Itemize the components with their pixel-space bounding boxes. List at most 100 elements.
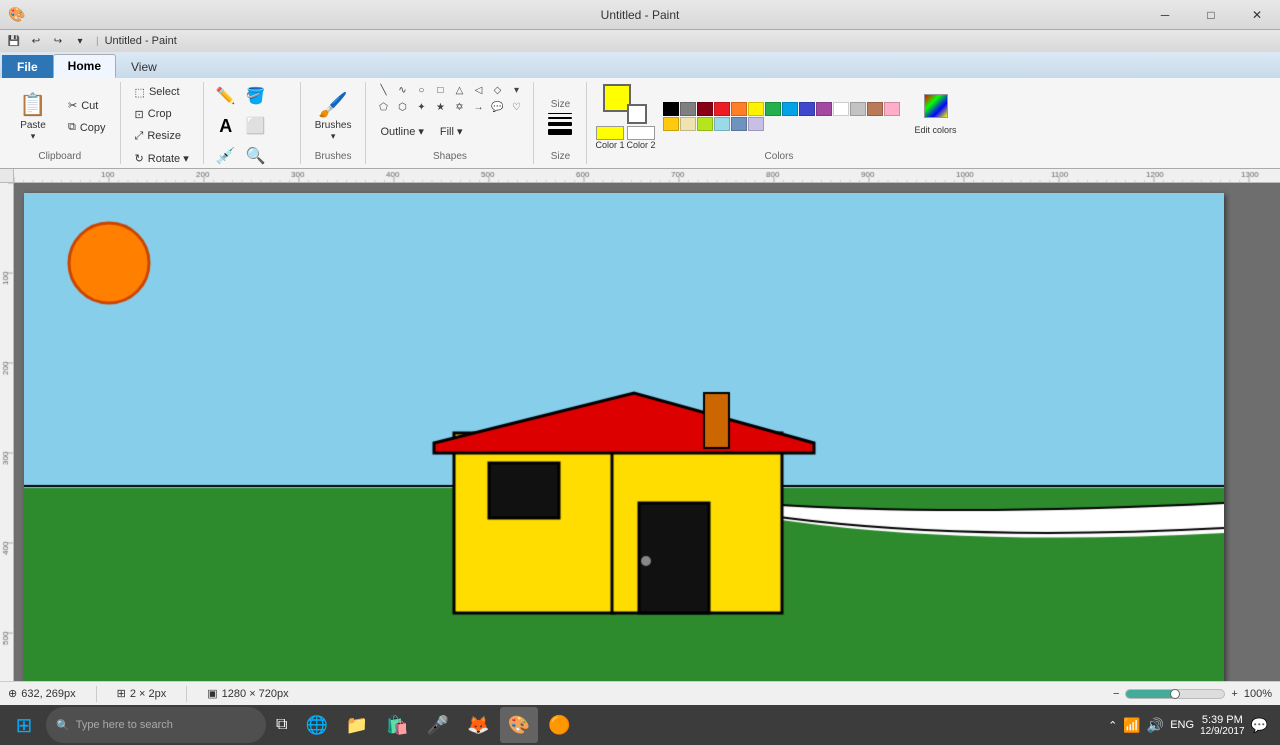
close-button[interactable]: ✕ bbox=[1234, 0, 1280, 30]
color-cell[interactable] bbox=[833, 102, 849, 116]
color-cell[interactable] bbox=[884, 102, 900, 116]
edit-colors-button[interactable]: Edit colors bbox=[908, 120, 962, 140]
qat-undo-button[interactable]: ↩ bbox=[26, 32, 46, 50]
color-cell[interactable] bbox=[731, 102, 747, 116]
brushes-group: 🖌️ Brushes ▾ Brushes bbox=[301, 82, 367, 164]
store-button[interactable]: 🛍️ bbox=[378, 707, 416, 743]
outline-button[interactable]: Outline ▾ bbox=[374, 121, 429, 141]
color-cell[interactable] bbox=[697, 102, 713, 116]
zoom-slider[interactable] bbox=[1125, 689, 1225, 699]
magnifier-button[interactable]: 🔍 bbox=[242, 142, 270, 170]
star5-shape[interactable]: ★ bbox=[431, 99, 449, 115]
size-4px bbox=[548, 122, 572, 126]
color-cell[interactable] bbox=[697, 117, 713, 131]
text-button[interactable]: A bbox=[212, 112, 240, 140]
star6-shape[interactable]: ✡ bbox=[450, 99, 468, 115]
pencil-button[interactable]: ✏️ bbox=[212, 82, 240, 110]
hex-shape[interactable]: ⬡ bbox=[393, 99, 411, 115]
fill-style-button[interactable]: Fill ▾ bbox=[434, 121, 469, 141]
ruler-horizontal bbox=[14, 169, 1280, 183]
qat-save-button[interactable]: 💾 bbox=[4, 32, 24, 50]
paste-icon: 📋 bbox=[19, 92, 46, 118]
color-cell[interactable] bbox=[765, 102, 781, 116]
color-cell[interactable] bbox=[799, 102, 815, 116]
shapes-grid: ╲ ∿ ○ □ △ ◁ ◇ ▾ ⬠ ⬡ ✦ ★ ✡ → 💬 ♡ bbox=[374, 82, 525, 115]
color-cell[interactable] bbox=[714, 117, 730, 131]
heart-shape[interactable]: ♡ bbox=[507, 99, 525, 115]
diamond-shape[interactable]: ◇ bbox=[488, 82, 506, 98]
color-cell[interactable] bbox=[748, 117, 764, 131]
edge-button[interactable]: 🌐 bbox=[297, 707, 335, 743]
maximize-button[interactable]: □ bbox=[1188, 0, 1234, 30]
crop-button[interactable]: ⊡ Crop bbox=[129, 104, 195, 124]
rotate-button[interactable]: ↻ Rotate ▾ bbox=[129, 148, 195, 168]
line-shape[interactable]: ╲ bbox=[374, 82, 392, 98]
cortana-button[interactable]: 🎤 bbox=[419, 707, 457, 743]
color-cell[interactable] bbox=[663, 102, 679, 116]
select-button[interactable]: ⬚ Select bbox=[129, 82, 195, 102]
tab-file[interactable]: File bbox=[2, 55, 53, 78]
color1-button[interactable]: Color 1 bbox=[595, 126, 624, 150]
color-cell[interactable] bbox=[680, 117, 696, 131]
more-shapes[interactable]: ▾ bbox=[507, 82, 525, 98]
qat-dropdown-button[interactable]: ▾ bbox=[70, 32, 90, 50]
color-cell[interactable] bbox=[714, 102, 730, 116]
cursor-position: 632, 269px bbox=[21, 688, 75, 700]
title-bar: 🎨 Untitled - Paint ─ □ ✕ bbox=[0, 0, 1280, 30]
zoom-out-icon[interactable]: − bbox=[1113, 688, 1119, 700]
qat-redo-button[interactable]: ↪ bbox=[48, 32, 68, 50]
callout-shape[interactable]: 💬 bbox=[488, 99, 506, 115]
brushes-button[interactable]: 🖌️ Brushes ▾ bbox=[309, 87, 358, 147]
color-cell[interactable] bbox=[867, 102, 883, 116]
size-selector[interactable]: Size bbox=[542, 87, 578, 147]
fill-button[interactable]: 🪣 bbox=[242, 82, 270, 110]
oval-shape[interactable]: ○ bbox=[412, 82, 430, 98]
edit-colors-swatch[interactable] bbox=[924, 94, 948, 118]
color-cell[interactable] bbox=[748, 102, 764, 116]
color-cell[interactable] bbox=[782, 102, 798, 116]
triangle-shape[interactable]: △ bbox=[450, 82, 468, 98]
tray-network[interactable]: 📶 bbox=[1123, 717, 1140, 734]
explorer-button[interactable]: 📁 bbox=[338, 707, 376, 743]
rtriangle-shape[interactable]: ◁ bbox=[469, 82, 487, 98]
color-cell[interactable] bbox=[816, 102, 832, 116]
resize-button[interactable]: ⤢ Resize bbox=[129, 126, 195, 146]
taskbar: ⊞ 🔍 Type here to search ⧉ 🌐 📁 🛍️ 🎤 🦊 🎨 🟠… bbox=[0, 705, 1280, 745]
copy-button[interactable]: ⧉ Copy bbox=[62, 118, 112, 138]
tab-view[interactable]: View bbox=[116, 55, 172, 78]
tray-arrow[interactable]: ⌃ bbox=[1108, 719, 1117, 732]
color-cell[interactable] bbox=[680, 102, 696, 116]
eraser-button[interactable]: ⬜ bbox=[242, 112, 270, 140]
tray-volume[interactable]: 🔊 bbox=[1147, 717, 1164, 734]
color-cell[interactable] bbox=[663, 117, 679, 131]
color-cell[interactable] bbox=[850, 102, 866, 116]
color-picker-button[interactable]: 💉 bbox=[212, 142, 240, 170]
clock[interactable]: 5:39 PM 12/9/2017 bbox=[1200, 714, 1245, 737]
firefox-button[interactable]: 🦊 bbox=[459, 707, 497, 743]
orange-app-button[interactable]: 🟠 bbox=[540, 707, 578, 743]
curve-shape[interactable]: ∿ bbox=[393, 82, 411, 98]
task-view-button[interactable]: ⧉ bbox=[268, 707, 295, 743]
paste-button[interactable]: 📋 Paste ▾ bbox=[8, 87, 58, 147]
arrow-shape[interactable]: → bbox=[469, 99, 487, 115]
search-bar[interactable]: 🔍 Type here to search bbox=[46, 707, 266, 743]
color2-button[interactable]: Color 2 bbox=[626, 126, 655, 150]
minimize-button[interactable]: ─ bbox=[1142, 0, 1188, 30]
crop-icon: ⊡ bbox=[135, 108, 144, 121]
cut-button[interactable]: ✂ Cut bbox=[62, 96, 112, 116]
paint-taskbar-button[interactable]: 🎨 bbox=[500, 707, 538, 743]
notification-button[interactable]: 💬 bbox=[1251, 717, 1268, 734]
ribbon-content: 📋 Paste ▾ ✂ Cut ⧉ Copy Clipboard bbox=[0, 78, 1280, 168]
start-button[interactable]: ⊞ bbox=[4, 707, 44, 743]
pentagon-shape[interactable]: ⬠ bbox=[374, 99, 392, 115]
color2-swatch[interactable] bbox=[627, 104, 647, 124]
tab-home[interactable]: Home bbox=[53, 54, 116, 78]
zoom-in-icon[interactable]: + bbox=[1231, 688, 1237, 700]
window-title: Untitled - Paint bbox=[601, 8, 680, 22]
tray-lang[interactable]: ENG bbox=[1170, 719, 1194, 731]
rect-shape[interactable]: □ bbox=[431, 82, 449, 98]
canvas-scroll-area[interactable] bbox=[14, 183, 1280, 681]
color-cell[interactable] bbox=[731, 117, 747, 131]
star4-shape[interactable]: ✦ bbox=[412, 99, 430, 115]
paint-canvas[interactable] bbox=[24, 193, 1224, 681]
